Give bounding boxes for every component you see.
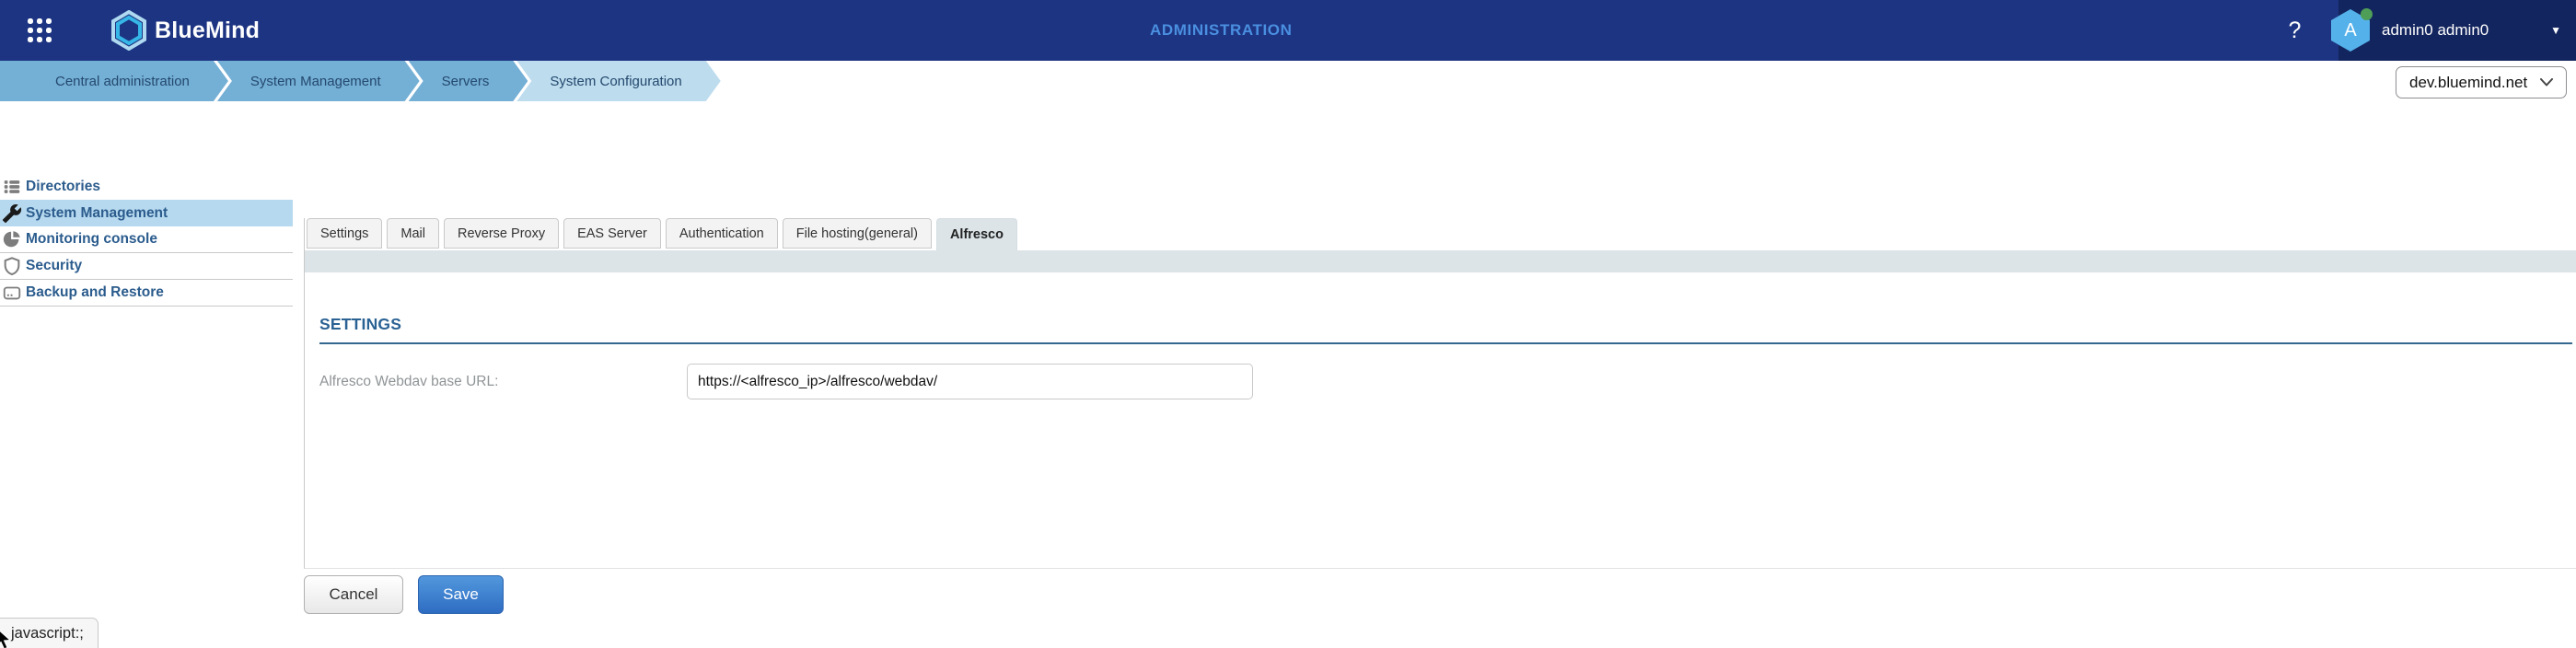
tab-reverse-proxy[interactable]: Reverse Proxy bbox=[444, 218, 559, 249]
tab-bar: Settings Mail Reverse Proxy EAS Server A… bbox=[305, 218, 2576, 250]
sidebar-item-backup-and-restore[interactable]: Backup and Restore bbox=[0, 280, 293, 307]
shield-icon bbox=[2, 256, 22, 276]
sidebar-item-label: Directories bbox=[26, 179, 100, 195]
tab-alfresco[interactable]: Alfresco bbox=[936, 218, 1017, 250]
pie-chart-icon bbox=[2, 229, 22, 249]
brand-name: BlueMind bbox=[155, 17, 260, 44]
sidebar-item-label: Monitoring console bbox=[26, 231, 157, 248]
webdav-url-input[interactable] bbox=[687, 364, 1253, 399]
apps-grid-icon[interactable] bbox=[28, 18, 52, 43]
user-menu[interactable]: A admin0 admin0 ▼ bbox=[2338, 0, 2576, 61]
sidebar-item-system-management[interactable]: System Management bbox=[0, 200, 293, 226]
tab-file-hosting-general[interactable]: File hosting(general) bbox=[783, 218, 932, 249]
chevron-down-icon: ▼ bbox=[2550, 24, 2561, 37]
online-status-dot bbox=[2361, 8, 2373, 20]
domain-selector-value: dev.bluemind.net bbox=[2409, 74, 2527, 92]
sidebar-item-directories[interactable]: Directories bbox=[0, 173, 293, 200]
system-configuration-panel: Settings Mail Reverse Proxy EAS Server A… bbox=[304, 218, 2576, 569]
tab-settings[interactable]: Settings bbox=[307, 218, 382, 249]
settings-section-title: SETTINGS bbox=[319, 315, 2576, 334]
domain-selector[interactable]: dev.bluemind.net bbox=[2396, 66, 2567, 98]
webdav-url-label: Alfresco Webdav base URL: bbox=[319, 374, 687, 390]
help-button[interactable]: ? bbox=[2251, 0, 2338, 61]
tab-content-header-band bbox=[305, 250, 2576, 272]
wrench-icon bbox=[2, 203, 22, 224]
link-status-bubble: javascript:; bbox=[0, 618, 99, 648]
sidebar-item-monitoring-console[interactable]: Monitoring console bbox=[0, 226, 293, 253]
sidebar-item-label: Security bbox=[26, 258, 82, 274]
tab-authentication[interactable]: Authentication bbox=[666, 218, 778, 249]
breadcrumb-item-central-administration[interactable]: Central administration bbox=[0, 61, 228, 101]
user-name: admin0 admin0 bbox=[2382, 21, 2489, 40]
breadcrumb-item-system-management[interactable]: System Management bbox=[217, 61, 420, 101]
button-bar: Cancel Save bbox=[304, 575, 504, 614]
page-title: ADMINISTRATION bbox=[1150, 21, 1292, 40]
form-row: Alfresco Webdav base URL: bbox=[319, 364, 2576, 399]
sidebar-item-label: Backup and Restore bbox=[26, 284, 164, 301]
bluemind-hexagon-icon bbox=[110, 10, 147, 51]
cancel-button[interactable]: Cancel bbox=[304, 575, 403, 614]
chevron-down-icon bbox=[2540, 78, 2553, 87]
sidebar-item-label: System Management bbox=[26, 205, 168, 222]
breadcrumb-item-servers[interactable]: Servers bbox=[409, 61, 528, 101]
section-divider bbox=[319, 342, 2572, 344]
sidebar: Directories System Management Monitoring… bbox=[0, 173, 293, 307]
tab-mail[interactable]: Mail bbox=[387, 218, 439, 249]
list-icon bbox=[2, 177, 22, 197]
breadcrumb: Central administration System Management… bbox=[0, 61, 2576, 101]
sidebar-item-security[interactable]: Security bbox=[0, 253, 293, 280]
tab-eas-server[interactable]: EAS Server bbox=[563, 218, 661, 249]
drive-icon bbox=[2, 283, 22, 303]
avatar: A bbox=[2331, 9, 2370, 52]
top-bar: BlueMind ADMINISTRATION ? A admin0 admin… bbox=[0, 0, 2576, 61]
breadcrumb-item-system-configuration[interactable]: System Configuration bbox=[516, 61, 720, 101]
bluemind-logo[interactable]: BlueMind bbox=[110, 0, 260, 61]
breadcrumb-bar: Central administration System Management… bbox=[0, 61, 2576, 101]
status-text: javascript:; bbox=[11, 625, 84, 642]
save-button[interactable]: Save bbox=[418, 575, 504, 614]
mouse-cursor-icon bbox=[0, 628, 15, 648]
